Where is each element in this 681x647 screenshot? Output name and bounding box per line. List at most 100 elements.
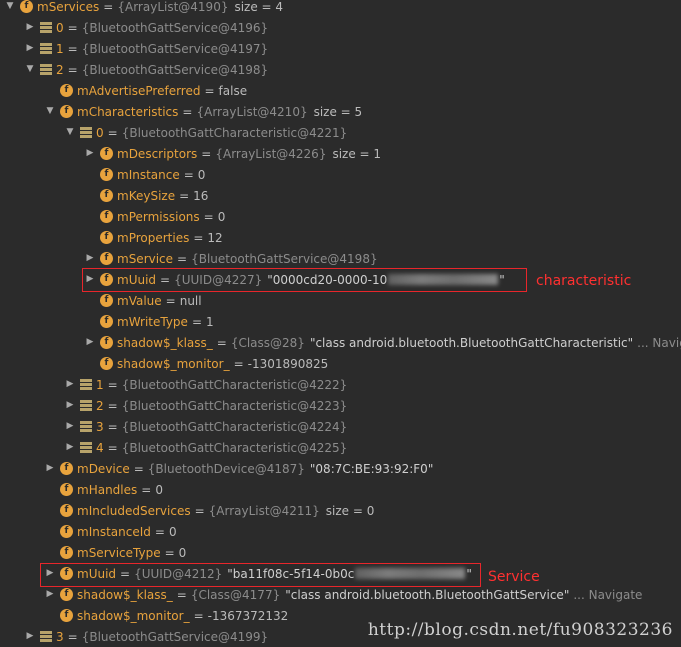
field-icon: f (60, 609, 73, 622)
equals-sign: = (133, 461, 144, 476)
tree-row[interactable]: f shadow$_monitor_ = -1301890825 (0, 353, 681, 374)
collapse-arrow-icon[interactable]: ▼ (25, 59, 35, 80)
tree-row[interactable]: ▼ 0 = {BluetoothGattCharacteristic@4221} (0, 122, 681, 143)
field-icon: f (100, 168, 113, 181)
field-icon: f (100, 147, 113, 160)
field-icon: f (60, 567, 73, 580)
size-info: size = 1 (332, 146, 382, 161)
variable-name: mService (117, 251, 174, 266)
size-info: size = 0 (325, 503, 375, 518)
expand-arrow-icon[interactable]: ▶ (65, 374, 75, 395)
tree-row[interactable]: f mAdvertisePreferred = false (0, 80, 681, 101)
object-reference: {BluetoothGattService@4198} (191, 251, 378, 266)
object-reference: {BluetoothGattCharacteristic@4225} (121, 440, 348, 455)
object-reference: {UUID@4227} (174, 272, 263, 287)
string-value-end: " (466, 566, 472, 581)
expand-arrow-icon[interactable]: ▶ (25, 17, 35, 38)
tree-row[interactable]: f mValue = null (0, 290, 681, 311)
navigate-link[interactable]: ... Navigate (637, 336, 681, 350)
variable-name: shadow$_monitor_ (117, 356, 230, 371)
tree-row[interactable]: ▶ f shadow$_klass_ = {Class@28} "class androi… (0, 332, 681, 353)
tree-row[interactable]: f mKeySize = 16 (0, 185, 681, 206)
equals-sign: = (154, 524, 165, 539)
array-element-icon (40, 43, 52, 54)
equals-sign: = (120, 566, 131, 581)
expand-arrow-icon[interactable]: ▶ (85, 248, 95, 269)
variable-name: 2 (96, 398, 104, 413)
expand-arrow-icon[interactable]: ▶ (45, 563, 55, 584)
expand-arrow-icon[interactable]: ▶ (65, 416, 75, 437)
field-icon: f (100, 336, 113, 349)
tree-row[interactable]: ▶ 0 = {BluetoothGattService@4196} (0, 17, 681, 38)
variable-name: mServiceType (77, 545, 161, 560)
field-icon: f (20, 0, 33, 13)
array-element-icon (40, 631, 52, 642)
tree-row[interactable]: ▶ 2 = {BluetoothGattCharacteristic@4223} (0, 395, 681, 416)
collapse-arrow-icon[interactable]: ▼ (5, 0, 15, 17)
equals-sign: = (193, 230, 204, 245)
expand-arrow-icon[interactable]: ▶ (45, 584, 55, 605)
tree-row[interactable]: ▶ f mDevice = {BluetoothDevice@4187} "08:7C:B… (0, 458, 681, 479)
string-value: "0000cd20-0000-10 (267, 272, 388, 287)
tree-row[interactable]: f mProperties = 12 (0, 227, 681, 248)
tree-row[interactable]: ▶ f mUuid = {UUID@4212} "ba11f08c-5f14-0b0c " (0, 563, 681, 584)
equals-sign: = (191, 314, 202, 329)
object-reference: {BluetoothGattCharacteristic@4223} (121, 398, 348, 413)
expand-arrow-icon[interactable]: ▶ (85, 143, 95, 164)
tree-row[interactable]: ▼ f mServices = {ArrayList@4190} size = 4 (0, 0, 681, 17)
expand-arrow-icon[interactable]: ▶ (85, 332, 95, 353)
navigate-link[interactable]: ... Navigate (573, 588, 642, 602)
expand-arrow-icon[interactable]: ▶ (45, 458, 55, 479)
tree-row[interactable]: f mServiceType = 0 (0, 542, 681, 563)
variable-name: shadow$_monitor_ (77, 608, 190, 623)
tree-row[interactable]: ▶ 4 = {BluetoothGattCharacteristic@4225} (0, 437, 681, 458)
collapse-arrow-icon[interactable]: ▼ (65, 122, 75, 143)
equals-sign: = (107, 377, 118, 392)
tree-row[interactable]: ▼ 2 = {BluetoothGattService@4198} (0, 59, 681, 80)
array-element-icon (40, 22, 52, 33)
tree-row[interactable]: f mInstance = 0 (0, 164, 681, 185)
variable-value: 0 (178, 545, 187, 560)
size-info: size = 4 (234, 0, 284, 14)
string-value-end: " (499, 272, 505, 287)
tree-row[interactable]: f mWriteType = 1 (0, 311, 681, 332)
equals-sign: = (179, 188, 190, 203)
redacted-blur (355, 568, 466, 579)
variable-name: mIncludedServices (77, 503, 191, 518)
variable-name: mCharacteristics (77, 104, 179, 119)
equals-sign: = (201, 146, 212, 161)
variable-name: 1 (96, 377, 104, 392)
expand-arrow-icon[interactable]: ▶ (85, 269, 95, 290)
tree-row[interactable]: f mPermissions = 0 (0, 206, 681, 227)
collapse-arrow-icon[interactable]: ▼ (45, 101, 55, 122)
tree-row[interactable]: f mInstanceId = 0 (0, 521, 681, 542)
tree-row[interactable]: ▶ f mDescriptors = {ArrayList@4226} size = 1 (0, 143, 681, 164)
variable-value: null (179, 293, 202, 308)
expand-arrow-icon[interactable]: ▶ (65, 395, 75, 416)
object-reference: {BluetoothGattCharacteristic@4221} (121, 125, 348, 140)
field-icon: f (100, 315, 113, 328)
annotation-characteristic: characteristic (536, 273, 632, 289)
object-reference: {BluetoothGattService@4197} (81, 41, 269, 56)
equals-sign: = (204, 83, 215, 98)
expand-arrow-icon[interactable]: ▶ (65, 437, 75, 458)
tree-row[interactable]: ▶ f mService = {BluetoothGattService@4198} (0, 248, 681, 269)
variable-name: 3 (56, 629, 64, 644)
variable-name: 0 (56, 20, 64, 35)
equals-sign: = (164, 545, 175, 560)
tree-row[interactable]: ▶ 3 = {BluetoothGattCharacteristic@4224} (0, 416, 681, 437)
object-reference: {BluetoothDevice@4187} (147, 461, 305, 476)
expand-arrow-icon[interactable]: ▶ (25, 38, 35, 59)
field-icon: f (60, 483, 73, 496)
tree-row[interactable]: ▶ 1 = {BluetoothGattCharacteristic@4222} (0, 374, 681, 395)
variable-name: mPermissions (117, 209, 200, 224)
tree-row[interactable]: ▶ 1 = {BluetoothGattService@4197} (0, 38, 681, 59)
tree-row[interactable]: f mHandles = 0 (0, 479, 681, 500)
field-icon: f (100, 357, 113, 370)
field-icon: f (100, 231, 113, 244)
variable-value: -1367372132 (207, 608, 289, 623)
tree-row[interactable]: f mIncludedServices = {ArrayList@4211} size … (0, 500, 681, 521)
tree-row[interactable]: ▶ f shadow$_klass_ = {Class@4177} "class andr… (0, 584, 681, 605)
tree-row[interactable]: ▼ f mCharacteristics = {ArrayList@4210} size … (0, 101, 681, 122)
variable-name: mKeySize (117, 188, 176, 203)
